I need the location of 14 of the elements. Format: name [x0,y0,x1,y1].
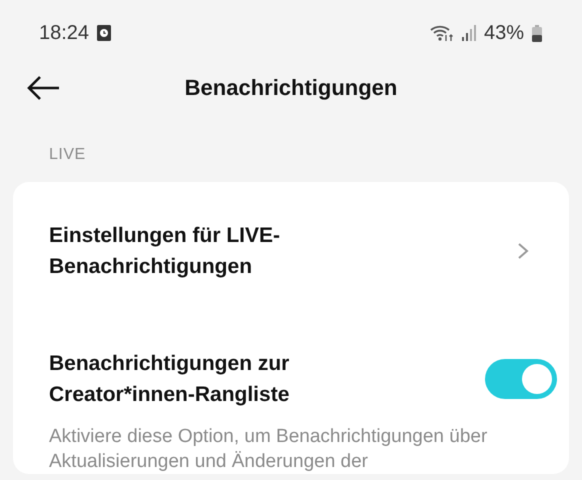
battery-icon [532,24,542,42]
back-arrow-icon[interactable] [26,75,60,101]
setting-description: Aktiviere diese Option, um Benachrichtigungen über Aktualisierungen und Änderungen der [49,425,488,474]
setting-link[interactable]: Einstellungen für LIVE-Benachrichtigungen [49,220,379,282]
status-time: 18:24 [39,22,90,44]
signal-icon [462,25,476,41]
chevron-icon [517,242,529,260]
battery-percent: 43% [484,22,524,44]
toggle-switch[interactable] [485,359,557,399]
notification-icon [97,25,112,41]
section-label: LIVE [48,145,87,165]
page-title: Benachrichtigungen [184,75,398,101]
wifi-icon [430,24,454,42]
setting-label: Benachrichtigungen zur Creator*innen-Rangliste [49,351,290,408]
